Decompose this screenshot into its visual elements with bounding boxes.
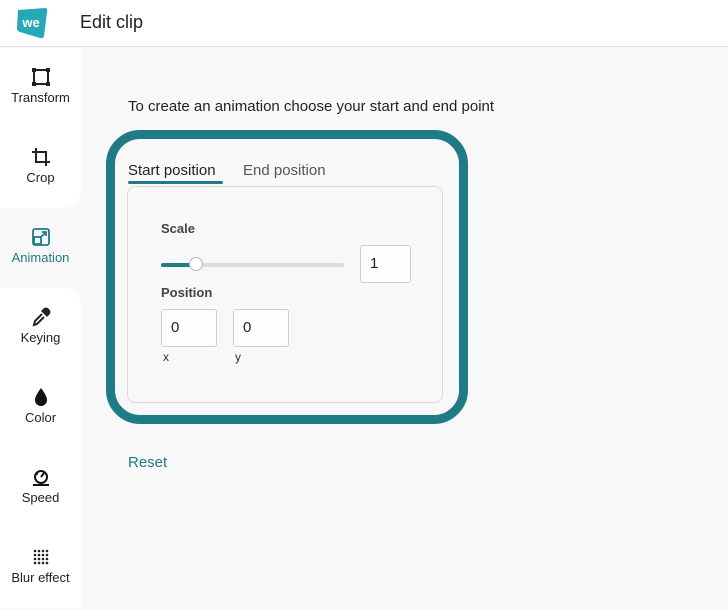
page-title: Edit clip: [80, 12, 144, 32]
animation-instruction: To create an animation choose your start…: [128, 98, 495, 115]
sidebar: Transform Crop Animation Keying Color Sp…: [0, 48, 81, 609]
scale-value-input[interactable]: 1: [360, 245, 411, 283]
y-axis-label: y: [235, 350, 241, 364]
sidebar-item-keying[interactable]: Keying: [0, 288, 81, 368]
sidebar-item-label: Blur effect: [11, 570, 70, 585]
sidebar-item-label: Animation: [11, 250, 70, 265]
tab-start-position[interactable]: Start position: [128, 162, 216, 179]
sidebar-item-color[interactable]: Color: [0, 368, 81, 448]
sidebar-item-transform[interactable]: Transform: [0, 48, 81, 128]
scale-slider[interactable]: [161, 257, 344, 273]
sidebar-item-crop[interactable]: Crop: [0, 128, 81, 208]
reset-link[interactable]: Reset: [128, 454, 167, 471]
sidebar-item-blur-effect[interactable]: Blur effect: [0, 528, 81, 608]
slider-thumb[interactable]: [189, 257, 203, 271]
sidebar-item-label: Color: [24, 410, 57, 425]
transform-icon: [31, 68, 50, 86]
position-settings-card: Scale 1 Position 0 0 x y: [127, 186, 443, 403]
position-x-input[interactable]: 0: [161, 309, 217, 347]
tab-end-position[interactable]: End position: [243, 162, 326, 179]
animation-position-panel: Start position End position Scale 1 Posi…: [106, 130, 468, 424]
sidebar-item-speed[interactable]: Speed: [0, 448, 81, 528]
position-label: Position: [161, 285, 213, 300]
sidebar-item-label: Crop: [26, 170, 55, 185]
speedometer-icon: [32, 470, 49, 486]
crop-icon: [31, 148, 50, 166]
logo-text: we: [21, 15, 39, 30]
sidebar-item-label: Keying: [20, 330, 61, 345]
position-y-input[interactable]: 0: [233, 309, 289, 347]
wevideo-logo-icon[interactable]: we: [14, 6, 49, 41]
active-tab-indicator: [128, 181, 223, 184]
sidebar-item-label: Transform: [11, 90, 70, 105]
x-axis-label: x: [163, 350, 169, 364]
sidebar-item-label: Speed: [21, 490, 60, 505]
eyedropper-icon: [32, 307, 50, 327]
droplet-icon: [34, 388, 47, 406]
animation-icon: [31, 228, 50, 246]
top-header: we Edit clip: [0, 0, 728, 47]
blur-dots-icon: [33, 549, 48, 565]
scale-label: Scale: [161, 221, 195, 236]
sidebar-item-animation[interactable]: Animation: [0, 208, 81, 288]
